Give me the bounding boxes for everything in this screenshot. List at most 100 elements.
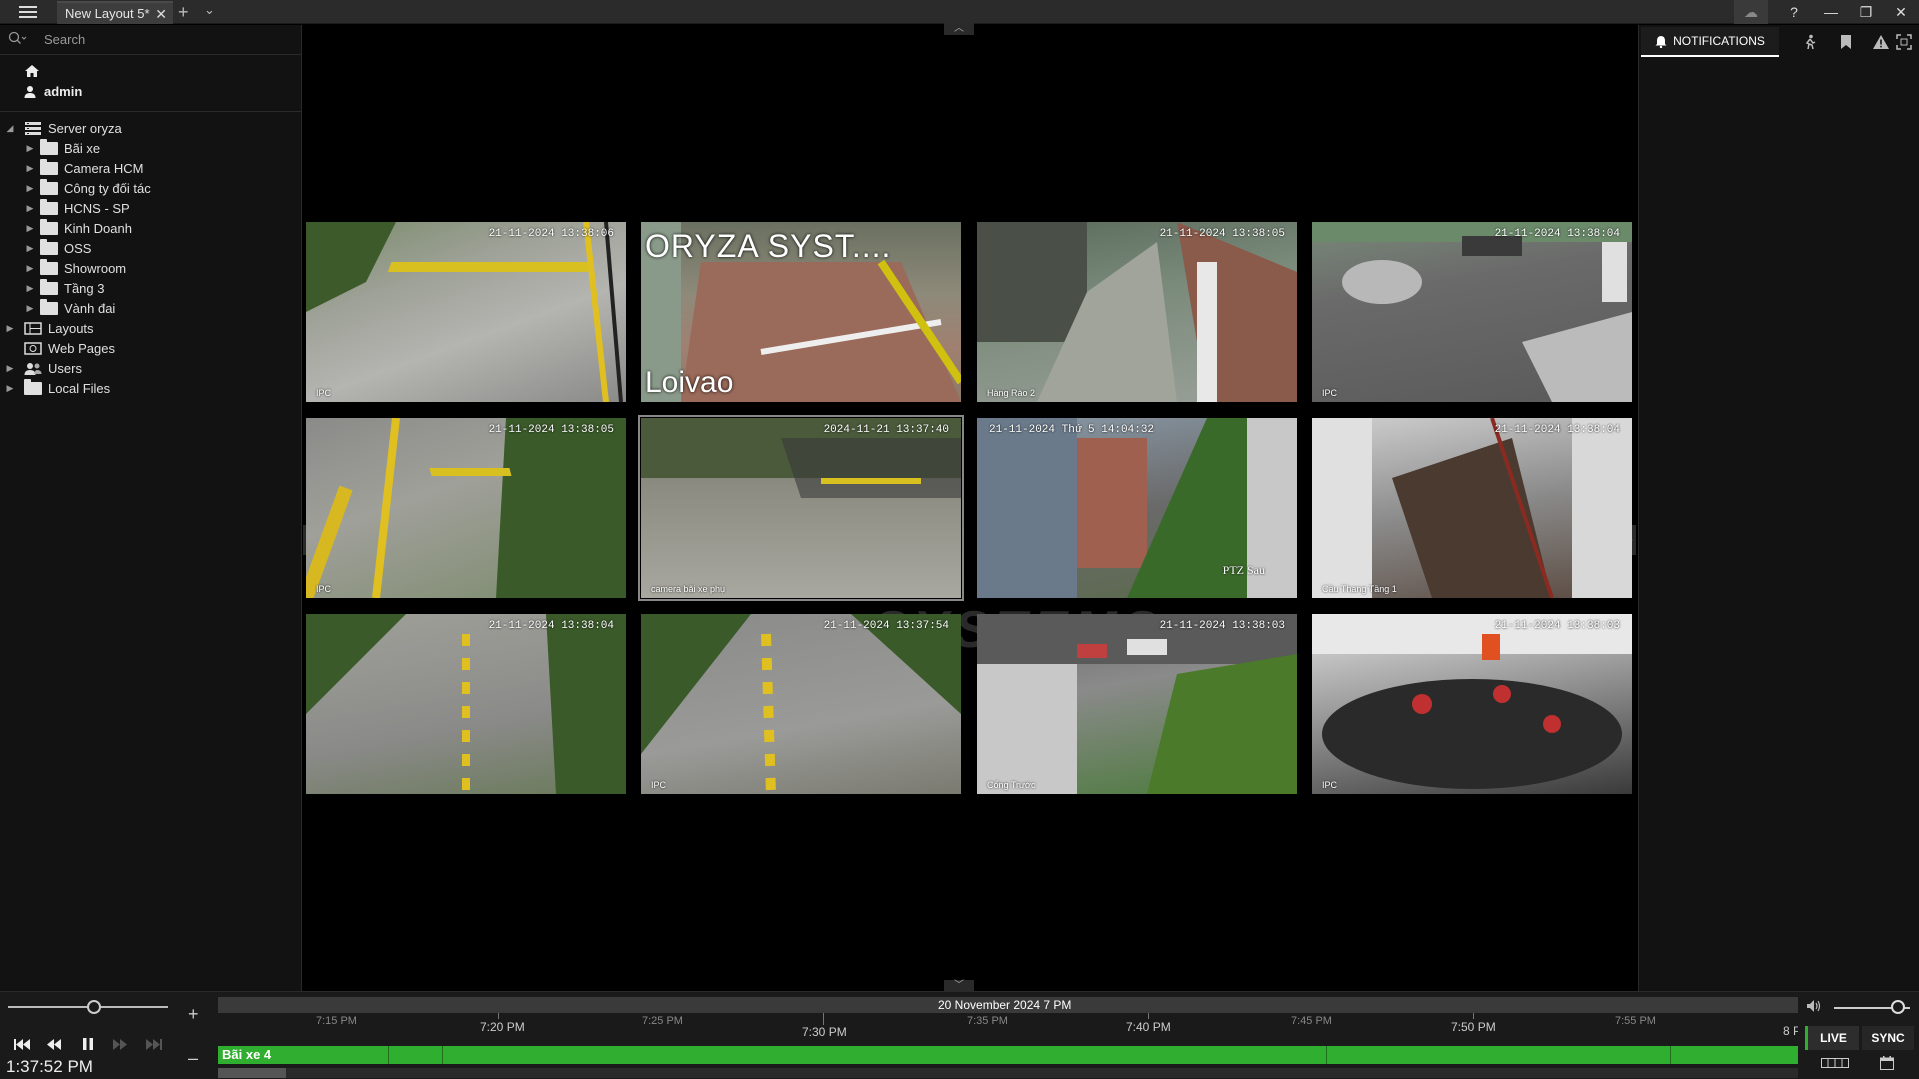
- timeline-view-icon[interactable]: [1820, 1054, 1850, 1072]
- timeline-date-label: 20 November 2024 7 PM: [938, 998, 1072, 1012]
- tree-folder-vanh-dai[interactable]: ▶ Vành đai: [0, 298, 301, 318]
- tree-node-layouts[interactable]: ▶ Layouts: [0, 318, 301, 338]
- add-tab-icon[interactable]: +: [178, 2, 189, 23]
- tree-node-local-files[interactable]: ▶ Local Files: [0, 378, 301, 398]
- hamburger-menu-icon[interactable]: [12, 3, 44, 21]
- camera-feed-image: [641, 418, 961, 498]
- camera-feed-image: [977, 222, 1297, 402]
- right-panel: NOTIFICATIONS: [1638, 25, 1919, 991]
- camera-feed-image: [306, 418, 626, 598]
- rewind-icon[interactable]: [42, 1032, 66, 1056]
- tree-folder-camera-hcm[interactable]: ▶ Camera HCM: [0, 158, 301, 178]
- expand-right-icon[interactable]: ▶: [24, 243, 36, 254]
- expand-right-icon[interactable]: ▶: [24, 263, 36, 274]
- recording-track[interactable]: Bãi xe 4: [218, 1046, 1798, 1064]
- skip-to-start-icon[interactable]: [10, 1032, 34, 1056]
- camera-label: IPC: [1322, 780, 1338, 790]
- current-user[interactable]: admin: [0, 81, 301, 101]
- search-icon[interactable]: [8, 31, 30, 48]
- sync-button[interactable]: SYNC: [1862, 1026, 1914, 1050]
- camera-tile[interactable]: 21-11-2024 13:38:03 IPC: [1312, 614, 1632, 794]
- timeline-scrollbar-thumb[interactable]: [218, 1068, 286, 1078]
- expand-right-icon[interactable]: ▶: [24, 163, 36, 174]
- expand-right-icon[interactable]: ▶: [4, 363, 16, 374]
- timeline-zoom-in-icon[interactable]: +: [188, 1004, 199, 1025]
- playback-speed-slider-handle[interactable]: [87, 1000, 101, 1014]
- tab-list-chevron-icon[interactable]: ⌄: [204, 2, 215, 18]
- camera-tile[interactable]: 21-11-2024 13:38:03 Cổng Trước: [977, 614, 1297, 794]
- video-wall: ︿ ‹ › SYSTEMS 21-11-2024 13:38:06 IPC OR…: [303, 23, 1638, 992]
- camera-timestamp: 21-11-2024 13:38:04: [488, 620, 614, 632]
- expand-right-icon[interactable]: ▶: [24, 143, 36, 154]
- timeline-zoom-out-icon[interactable]: –: [188, 1048, 198, 1069]
- home-button[interactable]: [0, 61, 301, 81]
- camera-timestamp: 21-11-2024 13:38:05: [488, 424, 614, 436]
- camera-tile[interactable]: 21-11-2024 13:38:05 IPC: [306, 418, 626, 598]
- search-input[interactable]: [44, 32, 264, 47]
- camera-tile[interactable]: 21-11-2024 13:38:06 IPC: [306, 222, 626, 402]
- minimize-button[interactable]: —: [1816, 0, 1846, 24]
- timeline-tick-label: 7:30 PM: [802, 1025, 847, 1039]
- folder-icon: [40, 218, 58, 235]
- tab-notifications[interactable]: NOTIFICATIONS: [1641, 27, 1779, 57]
- close-button[interactable]: ✕: [1886, 0, 1916, 24]
- restore-button[interactable]: ❐: [1851, 0, 1881, 24]
- cloud-icon[interactable]: ☁: [1734, 0, 1768, 24]
- tree-node-label: Tầng 3: [64, 280, 105, 296]
- tree-folder-kinh-doanh[interactable]: ▶ Kinh Doanh: [0, 218, 301, 238]
- camera-timestamp: 21-11-2024 Thứ 5 14:04:32: [989, 424, 1155, 436]
- tree-node-label: Server oryza: [48, 120, 122, 136]
- camera-tile[interactable]: 21-11-2024 Thứ 5 14:04:32 PTZ Sau: [977, 418, 1297, 598]
- tree-node-web-pages[interactable]: Web Pages: [0, 338, 301, 358]
- tree-node-server[interactable]: ◢ Server oryza: [0, 118, 301, 138]
- camera-tile[interactable]: ORYZA SYST.... Loivao: [641, 222, 961, 402]
- tree-node-label: Camera HCM: [64, 160, 144, 176]
- expand-down-icon[interactable]: ◢: [4, 123, 16, 134]
- recording-gap: [442, 1046, 443, 1064]
- camera-feed-image: [1312, 418, 1632, 598]
- timeline-tick-label: 7:45 PM: [1291, 1015, 1332, 1027]
- motion-search-icon[interactable]: [1795, 27, 1825, 57]
- tree-folder-cong-ty-doi-tac[interactable]: ▶ Công ty đối tác: [0, 178, 301, 198]
- camera-tile[interactable]: 21-11-2024 13:38:04 IPC: [1312, 222, 1632, 402]
- tree-folder-showroom[interactable]: ▶ Showroom: [0, 258, 301, 278]
- tab-close-icon[interactable]: ✕: [155, 6, 167, 23]
- camera-tile-selected[interactable]: 2024-11-21 13:37:40 camera bãi xe phụ: [638, 415, 964, 601]
- camera-tile[interactable]: 21-11-2024 13:38:05 Hàng Rào 2: [977, 222, 1297, 402]
- bookmark-icon[interactable]: [1831, 27, 1861, 57]
- timeline-tick-label: 7:50 PM: [1451, 1020, 1496, 1034]
- tree-folder-oss[interactable]: ▶ OSS: [0, 238, 301, 258]
- tree-node-users[interactable]: ▶ Users: [0, 358, 301, 378]
- skip-to-end-icon[interactable]: [142, 1032, 166, 1056]
- tree-folder-hcns-sp[interactable]: ▶ HCNS - SP: [0, 198, 301, 218]
- fast-forward-icon[interactable]: [108, 1032, 132, 1056]
- timeline-tick-label: 8 PM: [1783, 1024, 1798, 1038]
- calendar-icon[interactable]: [1872, 1054, 1902, 1072]
- live-button[interactable]: LIVE: [1805, 1026, 1859, 1050]
- expand-right-icon[interactable]: ▶: [24, 303, 36, 314]
- layout-tab-title: New Layout 5*: [65, 6, 150, 21]
- tree-folder-bai-xe[interactable]: ▶ Bãi xe: [0, 138, 301, 158]
- expand-right-icon[interactable]: ▶: [24, 223, 36, 234]
- expand-right-icon[interactable]: ▶: [24, 183, 36, 194]
- tree-node-label: Web Pages: [48, 340, 115, 356]
- timeline[interactable]: 20 November 2024 7 PM 7:15 PM 7:20 PM 7:…: [218, 994, 1798, 1079]
- camera-tile[interactable]: 21-11-2024 13:37:54 IPC: [641, 614, 961, 794]
- expand-right-icon[interactable]: ▶: [4, 383, 16, 394]
- camera-tile[interactable]: 21-11-2024 13:38:04 Cầu Thang Tầng 1: [1312, 418, 1632, 598]
- timeline-scrollbar[interactable]: [218, 1068, 1798, 1078]
- help-icon[interactable]: ?: [1779, 0, 1809, 24]
- camera-timestamp: 21-11-2024 13:37:54: [823, 620, 949, 632]
- expand-right-icon[interactable]: ▶: [24, 203, 36, 214]
- volume-slider-handle[interactable]: [1891, 1000, 1906, 1014]
- layout-tab[interactable]: New Layout 5* ✕: [57, 1, 173, 24]
- tree-folder-tang-3[interactable]: ▶ Tầng 3: [0, 278, 301, 298]
- volume-icon[interactable]: [1807, 1000, 1821, 1015]
- camera-overlay-label: Loivao: [645, 366, 734, 399]
- collapse-top-chevron-icon[interactable]: ︿: [944, 23, 974, 35]
- expand-right-icon[interactable]: ▶: [24, 283, 36, 294]
- pause-icon[interactable]: [76, 1032, 100, 1056]
- fullscreen-icon[interactable]: [1889, 27, 1919, 57]
- camera-tile[interactable]: 21-11-2024 13:38:04: [306, 614, 626, 794]
- expand-right-icon[interactable]: ▶: [4, 323, 16, 334]
